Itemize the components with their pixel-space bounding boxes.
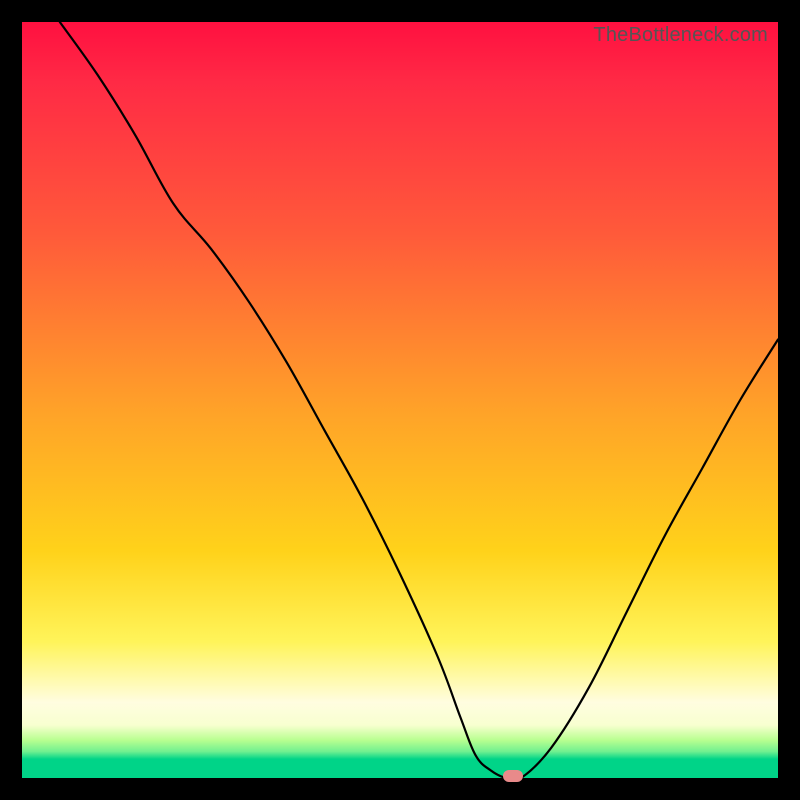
bottleneck-curve xyxy=(22,22,778,778)
chart-frame: TheBottleneck.com xyxy=(0,0,800,800)
optimum-marker xyxy=(503,770,523,782)
plot-area: TheBottleneck.com xyxy=(22,22,778,778)
